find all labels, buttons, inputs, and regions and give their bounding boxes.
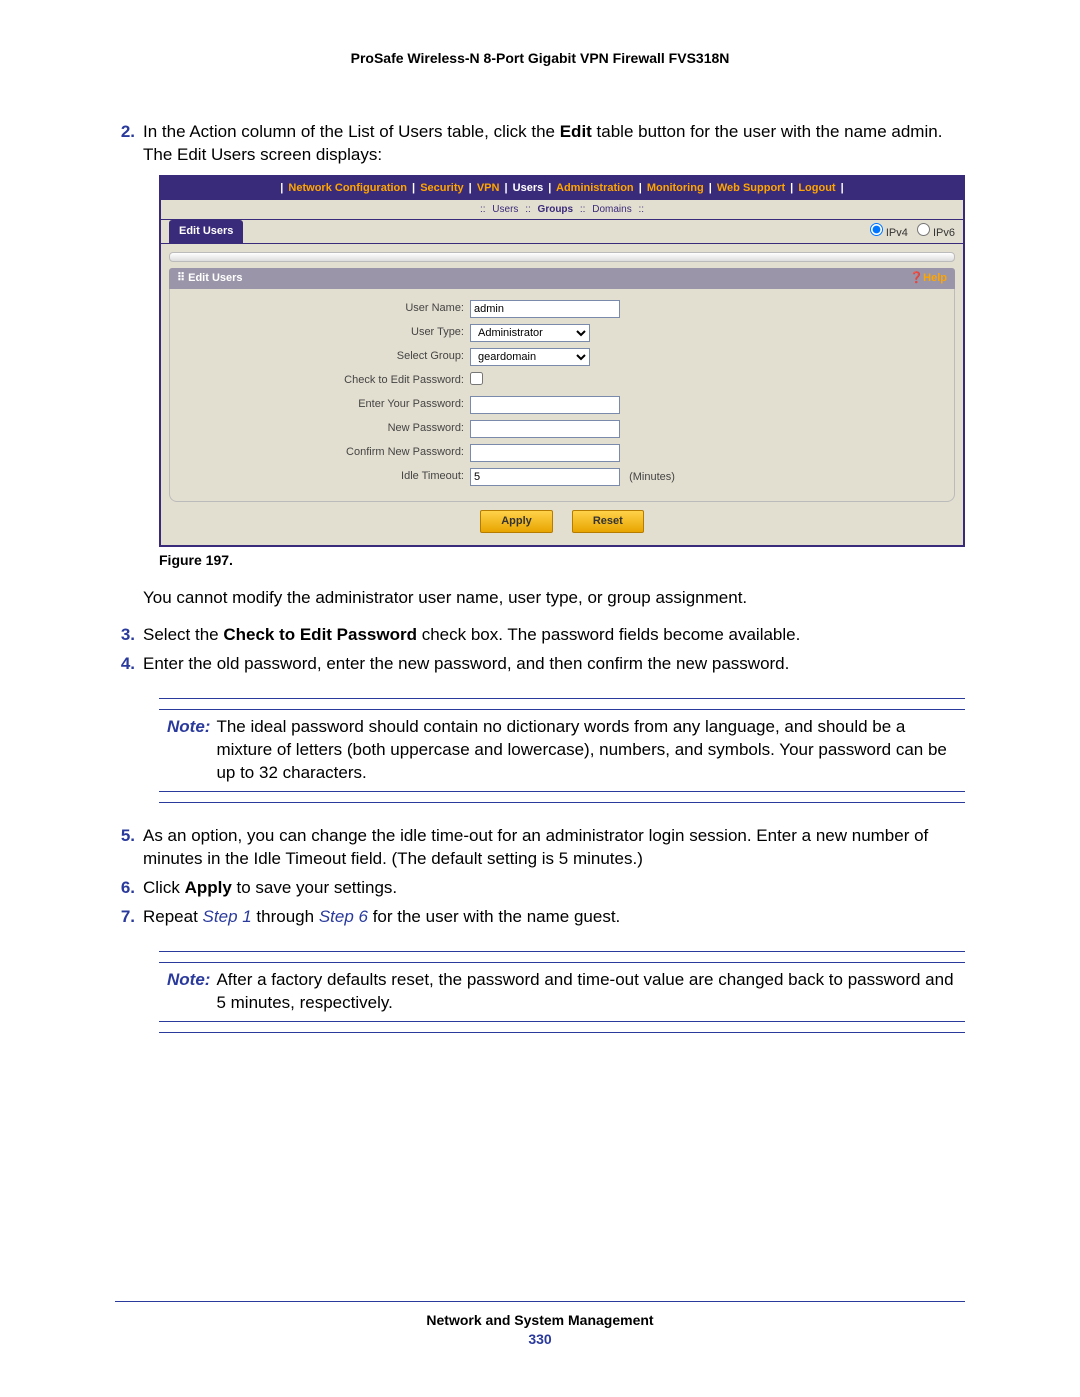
nav-users[interactable]: Users	[513, 182, 544, 194]
subnav-groups[interactable]: Groups	[534, 204, 578, 215]
subnav-domains[interactable]: Domains	[588, 204, 635, 215]
step-text: Select the	[143, 625, 223, 644]
step-number: 5.	[115, 825, 143, 871]
label-usertype: User Type:	[170, 325, 470, 340]
label-enterpwd: Enter Your Password:	[170, 397, 470, 412]
step-text: through	[252, 907, 319, 926]
top-nav: | Network Configuration | Security | VPN…	[161, 177, 963, 200]
input-enter-password[interactable]	[470, 396, 620, 414]
footer-page-number: 330	[115, 1331, 965, 1347]
nav-websupport[interactable]: Web Support	[717, 182, 785, 194]
step-text: check box. The password fields become av…	[417, 625, 800, 644]
apply-button[interactable]: Apply	[480, 510, 553, 533]
note-text: After a factory defaults reset, the pass…	[216, 969, 957, 1015]
input-idle-timeout[interactable]	[470, 468, 620, 486]
step-4: 4. Enter the old password, enter the new…	[115, 653, 965, 676]
step-number: 2.	[115, 121, 143, 167]
input-confirm-password[interactable]	[470, 444, 620, 462]
step-7: 7. Repeat Step 1 through Step 6 for the …	[115, 906, 965, 929]
input-username[interactable]	[470, 300, 620, 318]
gradient-bar	[169, 252, 955, 262]
step-text: Repeat	[143, 907, 203, 926]
input-new-password[interactable]	[470, 420, 620, 438]
select-usertype[interactable]: Administrator	[470, 324, 590, 342]
note-text: The ideal password should contain no dic…	[216, 716, 957, 785]
label-confirmpwd: Confirm New Password:	[170, 445, 470, 460]
note-label: Note:	[167, 716, 216, 785]
select-group[interactable]: geardomain	[470, 348, 590, 366]
step1-ref: Step 1	[203, 907, 252, 926]
nav-admin[interactable]: Administration	[556, 182, 634, 194]
checkbox-edit-password[interactable]	[470, 372, 483, 385]
note-label: Note:	[167, 969, 216, 1015]
label-minutes: (Minutes)	[629, 471, 675, 483]
page-footer: Network and System Management 330	[115, 1301, 965, 1347]
step-2: 2. In the Action column of the List of U…	[115, 121, 965, 167]
edit-users-screenshot: | Network Configuration | Security | VPN…	[159, 175, 965, 547]
step-text: for the user with the name guest.	[368, 907, 620, 926]
figure-caption: Figure 197.	[159, 551, 965, 570]
ipv4-label: IPv4	[886, 227, 908, 239]
nav-security[interactable]: Security	[420, 182, 463, 194]
label-newpwd: New Password:	[170, 421, 470, 436]
step6-ref: Step 6	[319, 907, 368, 926]
label-group: Select Group:	[170, 349, 470, 364]
bold-edit: Edit	[560, 122, 592, 141]
ipv6-radio[interactable]	[917, 223, 930, 236]
note-block-1: Note: The ideal password should contain …	[159, 698, 965, 803]
step-number: 6.	[115, 877, 143, 900]
label-username: User Name:	[170, 301, 470, 316]
edit-users-form: User Name: User Type: Administrator Sele…	[169, 289, 955, 502]
document-header: ProSafe Wireless-N 8-Port Gigabit VPN Fi…	[115, 50, 965, 66]
ipv6-label: IPv6	[933, 227, 955, 239]
label-checkedit: Check to Edit Password:	[170, 373, 470, 388]
step-6: 6. Click Apply to save your settings.	[115, 877, 965, 900]
step-text: Enter the old password, enter the new pa…	[143, 653, 965, 676]
nav-monitoring[interactable]: Monitoring	[647, 182, 704, 194]
step-3: 3. Select the Check to Edit Password che…	[115, 624, 965, 647]
help-link[interactable]: ❓Help	[909, 271, 947, 286]
edit-users-tab[interactable]: Edit Users	[169, 220, 243, 243]
step-number: 3.	[115, 624, 143, 647]
bold-check-to-edit: Check to Edit Password	[223, 625, 417, 644]
ipv4-radio[interactable]	[870, 223, 883, 236]
step-5: 5. As an option, you can change the idle…	[115, 825, 965, 871]
footer-section: Network and System Management	[115, 1312, 965, 1328]
nav-vpn[interactable]: VPN	[477, 182, 500, 194]
bold-apply: Apply	[185, 878, 232, 897]
step-text: In the Action column of the List of User…	[143, 122, 560, 141]
ip-version-selector: IPv4 IPv6	[864, 223, 955, 241]
label-idle: Idle Timeout:	[170, 469, 470, 484]
step-number: 7.	[115, 906, 143, 929]
step-text: to save your settings.	[232, 878, 397, 897]
panel-title: ⠿ Edit Users	[177, 271, 243, 286]
nav-logout[interactable]: Logout	[798, 182, 835, 194]
step-text: As an option, you can change the idle ti…	[143, 825, 965, 871]
nav-network[interactable]: Network Configuration	[288, 182, 407, 194]
subnav-users[interactable]: Users	[488, 204, 522, 215]
sub-nav: :: Users :: Groups :: Domains ::	[161, 200, 963, 221]
step-number: 4.	[115, 653, 143, 676]
step-text: Click	[143, 878, 185, 897]
reset-button[interactable]: Reset	[572, 510, 644, 533]
after-figure-text: You cannot modify the administrator user…	[143, 587, 965, 610]
note-block-2: Note: After a factory defaults reset, th…	[159, 951, 965, 1033]
